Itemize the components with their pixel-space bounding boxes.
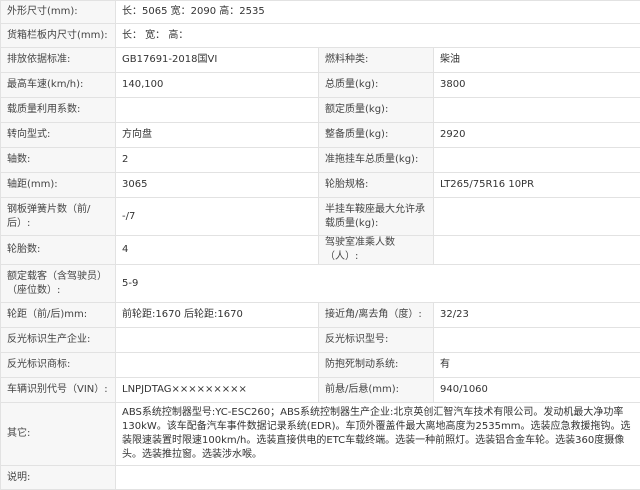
field-label: 前悬/后悬(mm): [319,378,434,403]
field-value: 940/1060 [434,378,640,403]
field-value: LNPJDTAG××××××××× [116,378,319,403]
spec-row: 说明: [1,466,640,490]
field-label: 货箱栏板内尺寸(mm): [1,24,116,48]
field-value [434,236,640,265]
spec-row: 最高车速(km/h):140,100总质量(kg):3800 [1,73,640,98]
field-label: 其它: [1,403,116,466]
field-label: 轮胎数: [1,236,116,265]
field-value [116,353,319,378]
spec-row: 反光标识生产企业: 反光标识型号: [1,328,640,353]
field-value: ABS系统控制器型号:YC-ESC260；ABS系统控制器生产企业:北京英创汇智… [116,403,640,466]
field-value: 方向盘 [116,123,319,148]
field-label: 钢板弹簧片数（前/后）: [1,198,116,236]
field-value [116,466,640,490]
field-value: 柴油 [434,48,640,73]
field-value: 4 [116,236,319,265]
field-value: 前轮距:1670 后轮距:1670 [116,303,319,328]
field-label: 反光标识生产企业: [1,328,116,353]
spec-row: 其它:ABS系统控制器型号:YC-ESC260；ABS系统控制器生产企业:北京英… [1,403,640,466]
field-label: 燃料种类: [319,48,434,73]
field-value [434,98,640,123]
spec-row: 转向型式:方向盘整备质量(kg):2920 [1,123,640,148]
field-value [434,198,640,236]
field-value: 140,100 [116,73,319,98]
field-value: 2 [116,148,319,173]
field-label: 反光标识型号: [319,328,434,353]
field-label: 整备质量(kg): [319,123,434,148]
field-value: 3065 [116,173,319,198]
field-label: 载质量利用系数: [1,98,116,123]
spec-row: 轴数:2准拖挂车总质量(kg): [1,148,640,173]
field-label: 说明: [1,466,116,490]
spec-row: 载质量利用系数: 额定质量(kg): [1,98,640,123]
spec-row: 钢板弹簧片数（前/后）:-/7半挂车鞍座最大允许承载质量(kg): [1,198,640,236]
field-label: 轴数: [1,148,116,173]
field-label: 车辆识别代号（VIN）: [1,378,116,403]
spec-row: 轴距(mm):3065轮胎规格:LT265/75R16 10PR [1,173,640,198]
field-value: 有 [434,353,640,378]
field-label: 轴距(mm): [1,173,116,198]
spec-row: 外形尺寸(mm):长：5065 宽：2090 高：2535 [1,1,640,24]
field-value [434,328,640,353]
field-value [116,98,319,123]
field-value [434,148,640,173]
field-value: GB17691-2018国VI [116,48,319,73]
field-value: 3800 [434,73,640,98]
field-label: 总质量(kg): [319,73,434,98]
spec-row: 排放依据标准:GB17691-2018国VI燃料种类:柴油 [1,48,640,73]
spec-table: 外形尺寸(mm):长：5065 宽：2090 高：2535货箱栏板内尺寸(mm)… [0,0,640,490]
field-value: 5-9 [116,265,640,303]
field-value: 2920 [434,123,640,148]
field-label: 最高车速(km/h): [1,73,116,98]
field-label: 防抱死制动系统: [319,353,434,378]
field-label: 驾驶室准乘人数（人）: [319,236,434,265]
field-label: 转向型式: [1,123,116,148]
field-label: 额定载客（含驾驶员）（座位数）: [1,265,116,303]
spec-row: 额定载客（含驾驶员）（座位数）:5-9 [1,265,640,303]
spec-row: 轮胎数:4驾驶室准乘人数（人）: [1,236,640,265]
field-value: LT265/75R16 10PR [434,173,640,198]
field-label: 半挂车鞍座最大允许承载质量(kg): [319,198,434,236]
field-label: 接近角/离去角（度）: [319,303,434,328]
field-label: 排放依据标准: [1,48,116,73]
field-label: 反光标识商标: [1,353,116,378]
field-value: 32/23 [434,303,640,328]
field-label: 外形尺寸(mm): [1,1,116,24]
field-value [116,328,319,353]
field-label: 轮距（前/后)mm: [1,303,116,328]
field-value: 长：5065 宽：2090 高：2535 [116,1,640,24]
field-value: -/7 [116,198,319,236]
spec-row: 反光标识商标: 防抱死制动系统:有 [1,353,640,378]
field-value: 长： 宽： 高： [116,24,640,48]
field-label: 轮胎规格: [319,173,434,198]
spec-row: 货箱栏板内尺寸(mm):长： 宽： 高： [1,24,640,48]
field-label: 准拖挂车总质量(kg): [319,148,434,173]
spec-row: 轮距（前/后)mm:前轮距:1670 后轮距:1670接近角/离去角（度）:32… [1,303,640,328]
field-label: 额定质量(kg): [319,98,434,123]
spec-row: 车辆识别代号（VIN）:LNPJDTAG×××××××××前悬/后悬(mm):9… [1,378,640,403]
